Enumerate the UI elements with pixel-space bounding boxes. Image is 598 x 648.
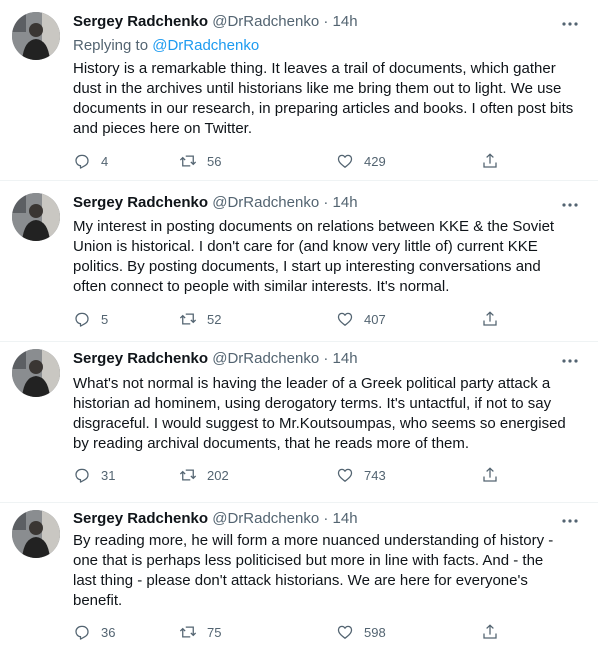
- retweet-count: 75: [207, 624, 222, 640]
- tweet[interactable]: Sergey Radchenko @DrRadchenko · 14h By r…: [0, 502, 598, 648]
- retweet-icon: [179, 469, 197, 481]
- avatar[interactable]: [12, 12, 60, 60]
- replying-to: Replying to @DrRadchenko: [73, 36, 259, 56]
- heart-icon: [337, 312, 353, 326]
- tweet-header: Sergey Radchenko @DrRadchenko · 14h: [73, 193, 358, 213]
- avatar[interactable]: [12, 349, 60, 397]
- tweet-text: My interest in posting documents on rela…: [73, 218, 555, 295]
- heart-icon: [337, 468, 353, 482]
- like-count: 598: [364, 624, 386, 640]
- reply-button[interactable]: 5: [73, 309, 108, 329]
- like-count: 743: [364, 467, 386, 483]
- author-name[interactable]: Sergey Radchenko: [73, 350, 208, 367]
- separator-dot: ·: [323, 194, 329, 211]
- like-count: 429: [364, 153, 386, 169]
- reply-count: 4: [101, 153, 109, 169]
- tweet-header: Sergey Radchenko @DrRadchenko · 14h: [73, 349, 358, 369]
- tweet[interactable]: Sergey Radchenko @DrRadchenko · 14h What…: [0, 341, 598, 503]
- share-icon: [483, 311, 497, 326]
- timestamp[interactable]: 14h: [333, 194, 358, 211]
- tweet-header: Sergey Radchenko @DrRadchenko · 14h: [73, 509, 358, 529]
- retweet-icon: [179, 626, 197, 638]
- tweet-header: Sergey Radchenko @DrRadchenko · 14h: [73, 12, 358, 32]
- more-dots-icon[interactable]: [560, 14, 580, 34]
- tweet-actions: 36 75 598: [73, 622, 503, 642]
- reply-bubble-icon: [75, 468, 89, 483]
- retweet-icon: [179, 155, 197, 167]
- timestamp[interactable]: 14h: [333, 350, 358, 367]
- more-dots-icon[interactable]: [560, 511, 580, 531]
- timestamp[interactable]: 14h: [333, 510, 358, 527]
- more-dots-icon[interactable]: [560, 351, 580, 371]
- tweet-text: History is a remarkable thing. It leaves…: [73, 60, 574, 137]
- share-icon: [483, 624, 497, 639]
- more-dots-icon[interactable]: [560, 195, 580, 215]
- tweet-thread: Sergey Radchenko @DrRadchenko · 14h Repl…: [0, 0, 598, 648]
- reply-count: 31: [101, 467, 116, 483]
- like-button[interactable]: 407: [336, 309, 386, 329]
- author-name[interactable]: Sergey Radchenko: [73, 13, 208, 30]
- replying-to-label: Replying to: [73, 37, 153, 54]
- tweet-actions: 31 202 743: [73, 465, 503, 485]
- author-handle[interactable]: @DrRadchenko: [212, 13, 319, 30]
- tweet-actions: 4 56 429: [73, 151, 503, 171]
- retweet-icon: [179, 313, 197, 325]
- like-count: 407: [364, 311, 386, 327]
- reply-bubble-icon: [75, 312, 89, 327]
- reply-count: 5: [101, 311, 109, 327]
- retweet-button[interactable]: 202: [179, 465, 229, 485]
- tweet[interactable]: Sergey Radchenko @DrRadchenko · 14h Repl…: [0, 0, 598, 181]
- tweet-text: By reading more, he will form a more nua…: [73, 532, 554, 609]
- reply-bubble-icon: [75, 625, 89, 640]
- tweet-text: What's not normal is having the leader o…: [73, 375, 566, 452]
- reply-button[interactable]: 36: [73, 622, 115, 642]
- like-button[interactable]: 743: [336, 465, 386, 485]
- author-name[interactable]: Sergey Radchenko: [73, 194, 208, 211]
- heart-icon: [337, 625, 353, 639]
- share-icon: [483, 467, 497, 482]
- retweet-button[interactable]: 56: [179, 151, 221, 171]
- retweet-count: 56: [207, 153, 222, 169]
- share-button[interactable]: [481, 622, 499, 642]
- retweet-count: 52: [207, 311, 222, 327]
- share-button[interactable]: [481, 465, 499, 485]
- tweet-actions: 5 52 407: [73, 309, 503, 329]
- retweet-count: 202: [207, 467, 229, 483]
- avatar[interactable]: [12, 193, 60, 241]
- avatar[interactable]: [12, 510, 60, 558]
- like-button[interactable]: 429: [336, 151, 386, 171]
- share-button[interactable]: [481, 309, 499, 329]
- reply-count: 36: [101, 624, 116, 640]
- tweet[interactable]: Sergey Radchenko @DrRadchenko · 14h My i…: [0, 180, 598, 342]
- share-icon: [483, 153, 497, 168]
- reply-button[interactable]: 4: [73, 151, 108, 171]
- heart-icon: [337, 154, 353, 168]
- separator-dot: ·: [323, 510, 329, 527]
- timestamp[interactable]: 14h: [333, 13, 358, 30]
- separator-dot: ·: [323, 350, 329, 367]
- separator-dot: ·: [323, 13, 329, 30]
- reply-button[interactable]: 31: [73, 465, 115, 485]
- replying-to-mention[interactable]: @DrRadchenko: [152, 37, 259, 54]
- author-handle[interactable]: @DrRadchenko: [212, 510, 319, 527]
- reply-bubble-icon: [75, 154, 89, 169]
- author-name[interactable]: Sergey Radchenko: [73, 510, 208, 527]
- author-handle[interactable]: @DrRadchenko: [212, 194, 319, 211]
- share-button[interactable]: [481, 151, 499, 171]
- retweet-button[interactable]: 75: [179, 622, 221, 642]
- retweet-button[interactable]: 52: [179, 309, 221, 329]
- like-button[interactable]: 598: [336, 622, 386, 642]
- author-handle[interactable]: @DrRadchenko: [212, 350, 319, 367]
